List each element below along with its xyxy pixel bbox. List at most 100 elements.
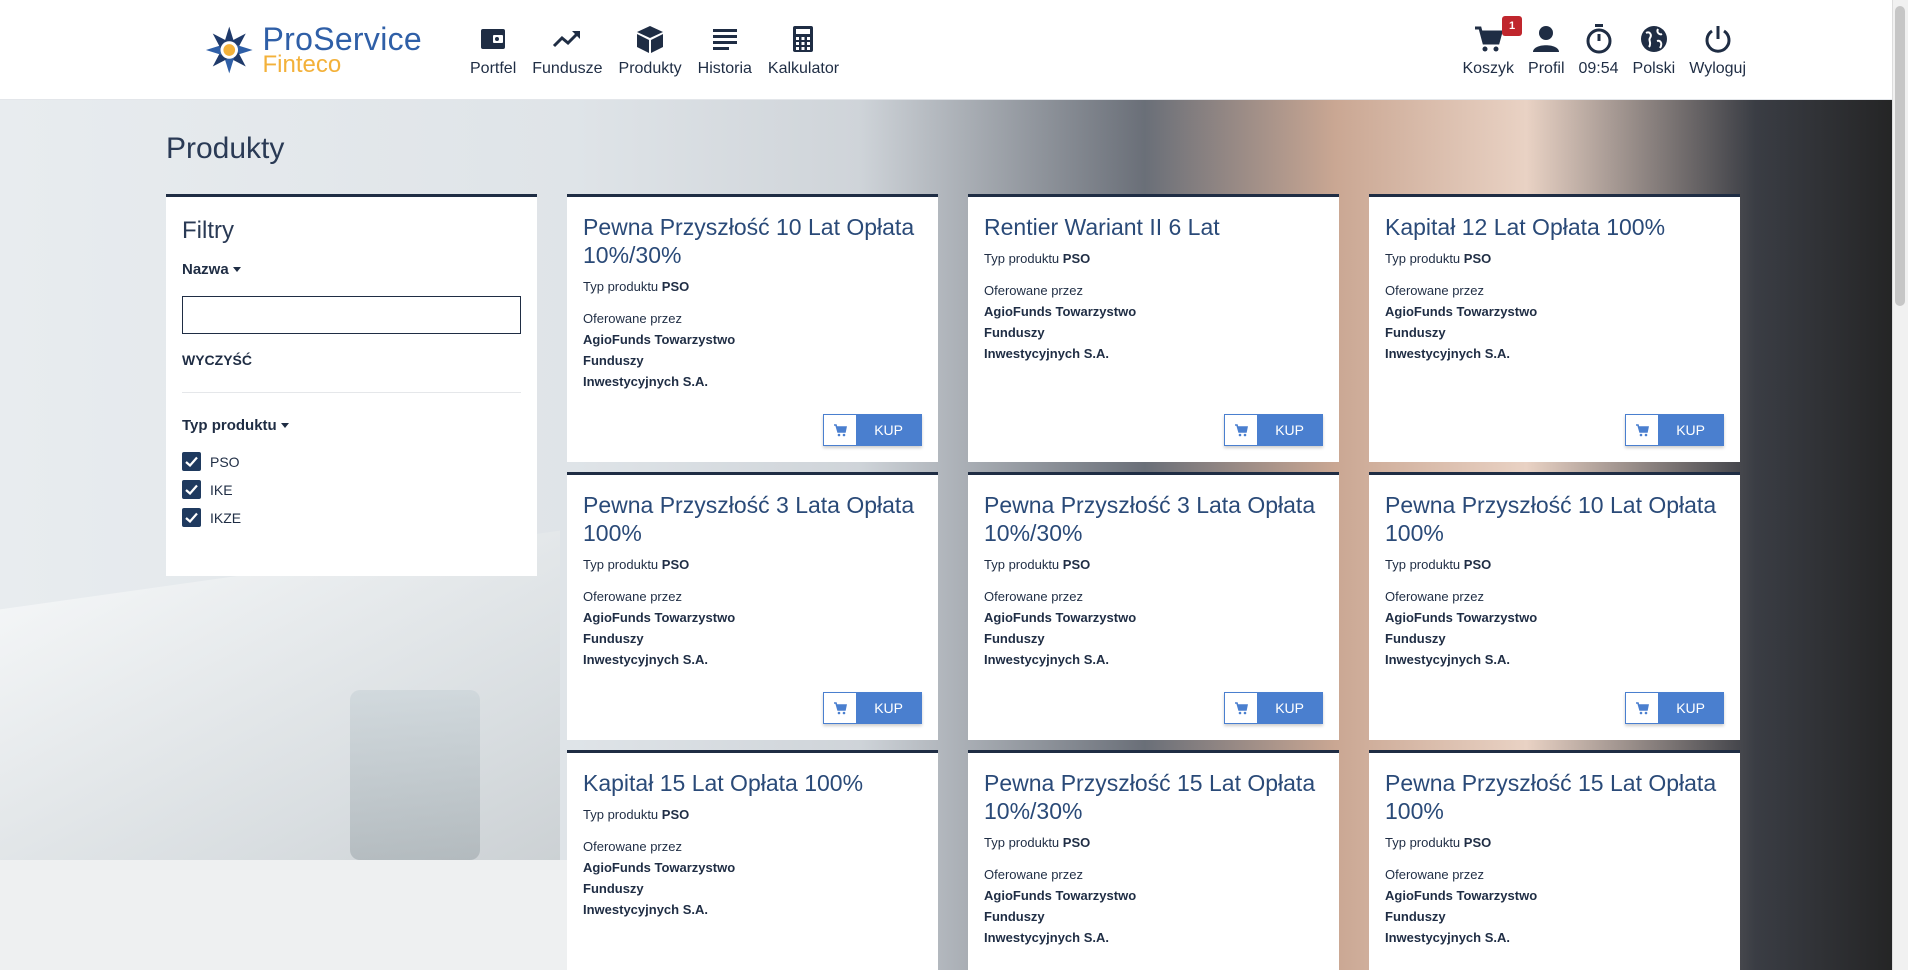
- checkbox-label: PSO: [210, 453, 240, 470]
- cart-icon: [1471, 22, 1505, 56]
- product-type: Typ produktu PSO: [984, 251, 1323, 266]
- product-title[interactable]: Rentier Wariant II 6 Lat: [984, 213, 1323, 241]
- product-offered-by: Oferowane przez AgioFunds Towarzystwo Fund…: [583, 586, 922, 670]
- nav-label: Kalkulator: [767, 60, 840, 77]
- provider-name: Funduszy: [1385, 325, 1446, 340]
- buy-label: KUP: [1257, 415, 1322, 445]
- product-card: Kapitał 15 Lat Opłata 100% Typ produktu …: [567, 750, 938, 970]
- product-type: Typ produktu PSO: [1385, 251, 1724, 266]
- provider-name: Inwestycyjnych S.A.: [1385, 652, 1510, 667]
- product-card: Rentier Wariant II 6 Lat Typ produktu PS…: [968, 194, 1339, 462]
- nav-profil[interactable]: Profil: [1528, 22, 1565, 78]
- box-icon: [633, 22, 667, 56]
- nav-koszyk[interactable]: 1 Koszyk: [1462, 16, 1523, 78]
- provider-name: Funduszy: [583, 881, 644, 896]
- product-title[interactable]: Pewna Przyszłość 3 Lata Opłata 100%: [583, 491, 922, 547]
- nav-historia[interactable]: Historia: [698, 22, 752, 78]
- buy-button[interactable]: KUP: [823, 692, 922, 724]
- offered-by-label: Oferowane przez: [583, 311, 682, 326]
- page-title: Produkty: [166, 132, 285, 165]
- type-value: PSO: [1463, 835, 1492, 850]
- product-type: Typ produktu PSO: [583, 557, 922, 572]
- nav-kalkulator[interactable]: Kalkulator: [768, 22, 839, 78]
- provider-name: Funduszy: [583, 353, 644, 368]
- cart-icon: [1626, 693, 1659, 723]
- provider-name: Funduszy: [984, 909, 1045, 924]
- buy-button[interactable]: KUP: [823, 414, 922, 446]
- offered-by-label: Oferowane przez: [1385, 867, 1484, 882]
- type-value: PSO: [1062, 557, 1091, 572]
- provider-name: Inwestycyjnych S.A.: [984, 652, 1109, 667]
- provider-name: AgioFunds Towarzystwo: [1385, 888, 1538, 903]
- glass-image: [350, 690, 480, 860]
- checkbox-label: IKZE: [210, 509, 242, 526]
- product-card: Pewna Przyszłość 3 Lata Opłata 100% Typ …: [567, 472, 938, 740]
- provider-name: AgioFunds Towarzystwo: [1385, 610, 1538, 625]
- product-title[interactable]: Pewna Przyszłość 10 Lat Opłata 10%/30%: [583, 213, 922, 269]
- buy-button[interactable]: KUP: [1625, 692, 1724, 724]
- calculator-icon: [786, 22, 820, 56]
- provider-name: AgioFunds Towarzystwo: [583, 860, 736, 875]
- product-type: Typ produktu PSO: [583, 807, 922, 822]
- product-title[interactable]: Pewna Przyszłość 15 Lat Opłata 10%/30%: [984, 769, 1323, 825]
- divider: [182, 392, 521, 393]
- type-filter-label: Typ produktu: [182, 417, 277, 434]
- provider-name: Inwestycyjnych S.A.: [583, 652, 708, 667]
- nav-label: Polski: [1632, 60, 1676, 77]
- list-icon: [708, 22, 742, 56]
- nav-language[interactable]: Polski: [1632, 22, 1676, 78]
- name-filter-label: Nazwa: [182, 261, 229, 278]
- provider-name: AgioFunds Towarzystwo: [984, 610, 1137, 625]
- cart-icon: [1225, 693, 1258, 723]
- provider-name: Inwestycyjnych S.A.: [1385, 930, 1510, 945]
- logo[interactable]: ProService Finteco: [202, 20, 422, 80]
- nav-portfel[interactable]: Portfel: [470, 22, 516, 78]
- buy-button[interactable]: KUP: [1224, 692, 1323, 724]
- offered-by-label: Oferowane przez: [984, 283, 1083, 298]
- type-value: PSO: [661, 807, 690, 822]
- product-title[interactable]: Kapitał 15 Lat Opłata 100%: [583, 769, 922, 797]
- product-card: Pewna Przyszłość 10 Lat Opłata 10%/30% T…: [567, 194, 938, 462]
- clear-filters-button[interactable]: WYCZYŚĆ: [182, 352, 521, 368]
- checkbox-pso[interactable]: PSO: [182, 452, 521, 471]
- name-filter-toggle[interactable]: Nazwa: [182, 261, 521, 278]
- product-title[interactable]: Pewna Przyszłość 10 Lat Opłata 100%: [1385, 491, 1724, 547]
- checkbox-ikze[interactable]: IKZE: [182, 508, 521, 527]
- provider-name: Inwestycyjnych S.A.: [1385, 346, 1510, 361]
- type-filter-toggle[interactable]: Typ produktu: [182, 417, 521, 434]
- user-icon: [1529, 22, 1563, 56]
- offered-by-label: Oferowane przez: [984, 589, 1083, 604]
- product-offered-by: Oferowane przez AgioFunds Towarzystwo Fund…: [984, 864, 1323, 948]
- product-offered-by: Oferowane przez AgioFunds Towarzystwo Fund…: [984, 586, 1323, 670]
- scrollbar-thumb[interactable]: [1895, 6, 1905, 306]
- type-value: PSO: [1062, 835, 1091, 850]
- buy-button[interactable]: KUP: [1224, 414, 1323, 446]
- product-type: Typ produktu PSO: [1385, 557, 1724, 572]
- checkbox-ike[interactable]: IKE: [182, 480, 521, 499]
- cart-icon: [1626, 415, 1659, 445]
- nav-label: Produkty: [618, 60, 682, 77]
- globe-icon: [1637, 22, 1671, 56]
- offered-by-label: Oferowane przez: [1385, 589, 1484, 604]
- nav-logout[interactable]: Wyloguj: [1689, 22, 1746, 78]
- type-prefix: Typ produktu: [984, 557, 1060, 572]
- product-card: Kapitał 12 Lat Opłata 100% Typ produktu …: [1369, 194, 1740, 462]
- name-filter-input[interactable]: [182, 296, 521, 334]
- product-title[interactable]: Kapitał 12 Lat Opłata 100%: [1385, 213, 1724, 241]
- product-title[interactable]: Pewna Przyszłość 15 Lat Opłata 100%: [1385, 769, 1724, 825]
- type-value: PSO: [1463, 251, 1492, 266]
- product-title[interactable]: Pewna Przyszłość 3 Lata Opłata 10%/30%: [984, 491, 1323, 547]
- checkbox-checked-icon: [182, 508, 201, 527]
- nav-fundusze[interactable]: Fundusze: [532, 22, 603, 78]
- product-offered-by: Oferowane przez AgioFunds Towarzystwo Fund…: [1385, 864, 1724, 948]
- checkbox-checked-icon: [182, 480, 201, 499]
- type-prefix: Typ produktu: [1385, 835, 1461, 850]
- nav-produkty[interactable]: Produkty: [619, 22, 682, 78]
- product-type: Typ produktu PSO: [984, 835, 1323, 850]
- provider-name: Inwestycyjnych S.A.: [984, 346, 1109, 361]
- product-card: Pewna Przyszłość 15 Lat Opłata 10%/30% T…: [968, 750, 1339, 970]
- type-value: PSO: [1463, 557, 1492, 572]
- buy-label: KUP: [1658, 415, 1723, 445]
- buy-button[interactable]: KUP: [1625, 414, 1724, 446]
- page-scrollbar[interactable]: [1892, 0, 1908, 970]
